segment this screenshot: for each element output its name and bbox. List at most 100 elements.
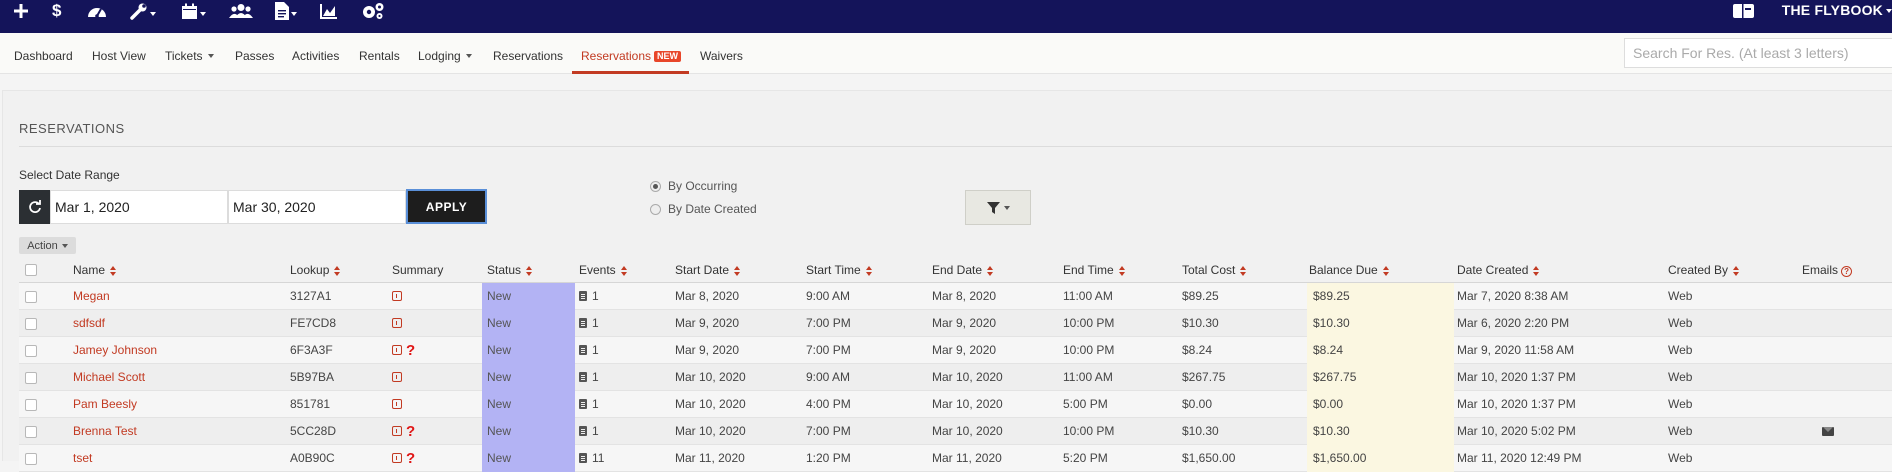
reservation-name-link[interactable]: Michael Scott xyxy=(73,364,145,391)
info-icon[interactable] xyxy=(392,453,402,463)
select-all-checkbox[interactable] xyxy=(25,264,37,276)
balance-due-cell: $8.24 xyxy=(1307,337,1454,364)
total-cost-cell: $1,650.00 xyxy=(1182,451,1236,465)
header-events[interactable]: Events xyxy=(579,258,628,282)
reservation-name-link[interactable]: Pam Beesly xyxy=(73,391,137,418)
apply-button[interactable]: APPLY xyxy=(406,189,487,224)
reservation-name-link[interactable]: tset xyxy=(73,445,92,472)
radio-by-occurring[interactable]: By Occurring xyxy=(650,179,737,193)
action-dropdown[interactable]: Action xyxy=(19,237,76,254)
row-checkbox[interactable] xyxy=(25,453,37,465)
info-icon[interactable] xyxy=(392,345,402,355)
radio-by-date-created[interactable]: By Date Created xyxy=(650,202,757,216)
header-status[interactable]: Status xyxy=(487,258,533,282)
date-created-cell: Mar 10, 2020 5:02 PM xyxy=(1457,424,1576,438)
header-created-by-label: Created By xyxy=(1668,263,1729,277)
row-checkbox[interactable] xyxy=(25,345,37,357)
header-start-date-label: Start Date xyxy=(675,263,730,277)
chart-icon[interactable] xyxy=(320,0,338,22)
start-date-cell: Mar 11, 2020 xyxy=(675,451,745,465)
reservation-search-input[interactable] xyxy=(1624,38,1892,68)
header-balance-due[interactable]: Balance Due xyxy=(1309,258,1390,282)
question-mark-icon[interactable]: ? xyxy=(406,450,415,467)
info-icon[interactable] xyxy=(392,372,402,382)
header-start-time-label: Start Time xyxy=(806,263,861,277)
created-by-cell: Web xyxy=(1668,370,1693,384)
nav-passes[interactable]: Passes xyxy=(235,33,274,74)
nav-tickets-label: Tickets xyxy=(165,49,203,63)
calendar-icon[interactable] xyxy=(181,0,206,22)
header-end-time[interactable]: End Time xyxy=(1063,258,1126,282)
info-icon[interactable] xyxy=(392,318,402,328)
header-start-date[interactable]: Start Date xyxy=(675,258,741,282)
main-nav: Dashboard Host View Tickets Passes Activ… xyxy=(0,33,1892,74)
row-checkbox[interactable] xyxy=(25,372,37,384)
row-checkbox[interactable] xyxy=(25,426,37,438)
info-icon[interactable] xyxy=(392,291,402,301)
gears-icon[interactable] xyxy=(361,0,385,22)
reservation-name-link[interactable]: Jamey Johnson xyxy=(73,337,157,364)
filter-button[interactable] xyxy=(965,190,1031,225)
radio-unchecked-icon[interactable] xyxy=(650,203,661,215)
document-icon[interactable] xyxy=(275,0,297,22)
table-row[interactable]: Pam Beesly 851781 New 1 Mar 10, 2020 4:0… xyxy=(19,391,1892,418)
table-row[interactable]: Jamey Johnson 6F3A3F ? New 1 Mar 9, 2020… xyxy=(19,337,1892,364)
header-created-by[interactable]: Created By xyxy=(1668,258,1740,282)
dashboard-gauge-icon[interactable] xyxy=(87,0,107,22)
header-date-created[interactable]: Date Created xyxy=(1457,258,1540,282)
header-total-cost[interactable]: Total Cost xyxy=(1182,258,1247,282)
users-icon[interactable] xyxy=(229,0,253,22)
reset-date-button[interactable] xyxy=(19,190,50,224)
table-row[interactable]: sdfsdf FE7CD8 New 1 Mar 9, 2020 7:00 PM … xyxy=(19,310,1892,337)
header-name[interactable]: Name xyxy=(73,258,117,282)
end-date-input[interactable]: Mar 30, 2020 xyxy=(228,190,406,224)
start-date-cell: Mar 8, 2020 xyxy=(675,289,740,303)
start-date-input[interactable]: Mar 1, 2020 xyxy=(50,190,228,224)
lookup-code: FE7CD8 xyxy=(290,316,337,330)
table-row[interactable]: tset A0B90C ? New 11 Mar 11, 2020 1:20 P… xyxy=(19,445,1892,472)
radio-checked-icon[interactable] xyxy=(650,180,661,192)
help-icon[interactable]: ? xyxy=(1841,266,1853,277)
sort-icon xyxy=(526,266,533,276)
envelope-icon[interactable] xyxy=(1822,427,1834,436)
question-mark-icon[interactable]: ? xyxy=(406,423,415,440)
nav-reservations[interactable]: Reservations xyxy=(493,33,563,74)
brand-menu[interactable]: THE FLYBOOK xyxy=(1782,2,1892,18)
plus-icon[interactable] xyxy=(14,0,28,22)
table-row[interactable]: Megan 3127A1 New 1 Mar 8, 2020 9:00 AM M… xyxy=(19,283,1892,310)
nav-rentals[interactable]: Rentals xyxy=(359,33,400,74)
lookup-code: 6F3A3F xyxy=(290,343,333,357)
nav-tickets[interactable]: Tickets xyxy=(165,33,214,74)
end-date-cell: Mar 10, 2020 xyxy=(932,370,1003,384)
table-row[interactable]: Brenna Test 5CC28D ? New 1 Mar 10, 2020 … xyxy=(19,418,1892,445)
wrench-icon[interactable] xyxy=(130,0,156,22)
reservation-name-link[interactable]: sdfsdf xyxy=(73,310,105,337)
nav-host-view[interactable]: Host View xyxy=(92,33,146,74)
row-checkbox[interactable] xyxy=(25,291,37,303)
dollar-icon[interactable]: $ xyxy=(52,0,61,22)
nav-dashboard[interactable]: Dashboard xyxy=(14,33,73,74)
reservation-name-link[interactable]: Brenna Test xyxy=(73,418,137,445)
info-icon[interactable] xyxy=(392,399,402,409)
ticket-card-icon[interactable] xyxy=(1733,0,1754,22)
header-lookup[interactable]: Lookup xyxy=(290,258,341,282)
header-start-time[interactable]: Start Time xyxy=(806,258,873,282)
start-date-cell: Mar 10, 2020 xyxy=(675,424,746,438)
radio-by-date-created-label: By Date Created xyxy=(668,202,757,216)
nav-activities[interactable]: Activities xyxy=(292,33,339,74)
info-icon[interactable] xyxy=(392,426,402,436)
question-mark-icon[interactable]: ? xyxy=(406,342,415,359)
nav-waivers[interactable]: Waivers xyxy=(700,33,743,74)
date-created-cell: Mar 6, 2020 2:20 PM xyxy=(1457,316,1570,330)
total-cost-cell: $10.30 xyxy=(1182,424,1219,438)
table-row[interactable]: Michael Scott 5B97BA New 1 Mar 10, 2020 … xyxy=(19,364,1892,391)
row-checkbox[interactable] xyxy=(25,318,37,330)
row-checkbox[interactable] xyxy=(25,399,37,411)
nav-reservations-new[interactable]: Reservations NEW xyxy=(572,33,689,74)
nav-lodging[interactable]: Lodging xyxy=(418,33,472,74)
header-end-date[interactable]: End Date xyxy=(932,258,994,282)
chevron-down-icon xyxy=(61,243,68,248)
summary-cell xyxy=(392,283,402,310)
balance-due-cell: $0.00 xyxy=(1307,391,1454,418)
reservation-name-link[interactable]: Megan xyxy=(73,283,110,310)
